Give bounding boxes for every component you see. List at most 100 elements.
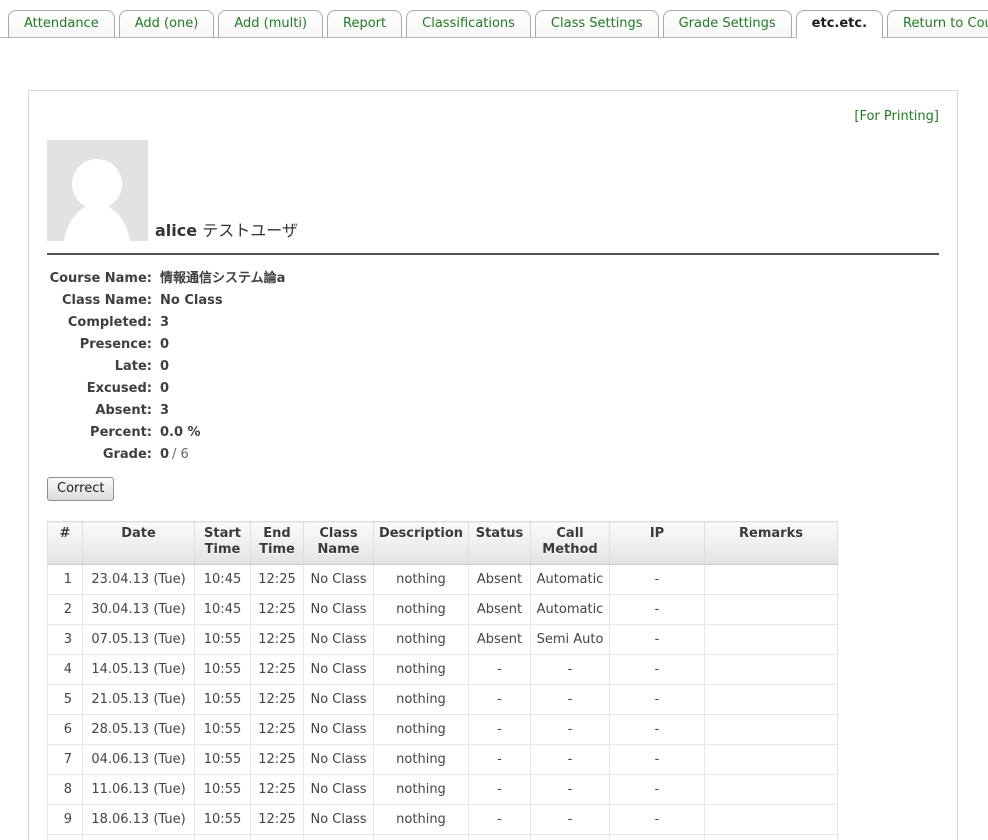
info-label: Late: bbox=[47, 356, 152, 378]
tab-return-to-course[interactable]: Return to Course bbox=[887, 10, 988, 37]
cell-ip: - bbox=[610, 565, 705, 595]
info-label: Presence: bbox=[47, 334, 152, 356]
cell-date: 11.06.13 (Tue) bbox=[83, 775, 195, 805]
cell-ip: - bbox=[610, 775, 705, 805]
for-printing-link[interactable]: [For Printing] bbox=[854, 109, 939, 124]
cell-class-name: No Class bbox=[304, 565, 374, 595]
cell-ip bbox=[610, 835, 705, 840]
col-header-number: # bbox=[48, 522, 83, 565]
user-display-name: テストユーザ bbox=[202, 221, 298, 240]
col-header-description: Description bbox=[374, 522, 469, 565]
avatar bbox=[47, 140, 148, 241]
col-header-ip: IP bbox=[610, 522, 705, 565]
cell-class-name: No Class bbox=[304, 685, 374, 715]
cell-call-method: Automatic bbox=[531, 595, 610, 625]
tab-add-one[interactable]: Add (one) bbox=[119, 10, 215, 37]
info-value: 0 bbox=[160, 444, 169, 466]
tab-class-settings[interactable]: Class Settings bbox=[535, 10, 659, 37]
col-header-remarks: Remarks bbox=[705, 522, 838, 565]
cell-ip: - bbox=[610, 595, 705, 625]
table-row: 1 23.04.13 (Tue) 10:45 12:25 No Class no… bbox=[48, 565, 838, 595]
tab-grade-settings[interactable]: Grade Settings bbox=[663, 10, 792, 37]
tab-attendance[interactable]: Attendance bbox=[8, 10, 115, 37]
cell-remarks bbox=[705, 805, 838, 835]
table-row: 9 18.06.13 (Tue) 10:55 12:25 No Class no… bbox=[48, 805, 838, 835]
correct-button[interactable]: Correct bbox=[47, 477, 114, 501]
cell-call-method: Semi Auto bbox=[531, 625, 610, 655]
cell-status: - bbox=[469, 745, 531, 775]
cell-description: nothing bbox=[374, 715, 469, 745]
table-row: 8 11.06.13 (Tue) 10:55 12:25 No Class no… bbox=[48, 775, 838, 805]
table-row: 4 14.05.13 (Tue) 10:55 12:25 No Class no… bbox=[48, 655, 838, 685]
cell-end-time: 12:25 bbox=[251, 805, 304, 835]
info-value: 3 bbox=[160, 400, 169, 422]
table-header-row: # Date Start Time End Time Class Name De… bbox=[48, 522, 838, 565]
divider bbox=[47, 253, 939, 255]
cell-call-method: - bbox=[531, 805, 610, 835]
cell-status: - bbox=[469, 655, 531, 685]
cell-start-time: 10:55 bbox=[195, 655, 251, 685]
cell-date: 30.04.13 (Tue) bbox=[83, 595, 195, 625]
info-value: No Class bbox=[160, 290, 223, 312]
cell-status: Absent bbox=[469, 565, 531, 595]
info-label: Class Name: bbox=[47, 290, 152, 312]
cell-class-name: No Class bbox=[304, 625, 374, 655]
info-value: 0 bbox=[160, 334, 169, 356]
cell-end-time: 12:25 bbox=[251, 745, 304, 775]
info-label: Excused: bbox=[47, 378, 152, 400]
info-row: Late: 0 bbox=[47, 356, 939, 378]
cell-remarks bbox=[705, 835, 838, 840]
cell-status: Absent bbox=[469, 625, 531, 655]
cell-status bbox=[469, 835, 531, 840]
cell-date: 21.05.13 (Tue) bbox=[83, 685, 195, 715]
col-header-class-name: Class Name bbox=[304, 522, 374, 565]
cell-date: 18.06.13 (Tue) bbox=[83, 805, 195, 835]
info-label: Completed: bbox=[47, 312, 152, 334]
user-name: alice テストユーザ bbox=[155, 217, 298, 241]
cell-start-time: 10:45 bbox=[195, 595, 251, 625]
cell-end-time: 12:25 bbox=[251, 655, 304, 685]
info-row: Excused: 0 bbox=[47, 378, 939, 400]
cell-number: 5 bbox=[48, 685, 83, 715]
table-row: 3 07.05.13 (Tue) 10:55 12:25 No Class no… bbox=[48, 625, 838, 655]
course-info: Course Name: 情報通信システム論a Class Name: No C… bbox=[47, 268, 939, 466]
cell-call-method: - bbox=[531, 715, 610, 745]
cell-remarks bbox=[705, 745, 838, 775]
table-row: 5 21.05.13 (Tue) 10:55 12:25 No Class no… bbox=[48, 685, 838, 715]
col-header-call-method: Call Method bbox=[531, 522, 610, 565]
cell-remarks bbox=[705, 625, 838, 655]
cell-start-time bbox=[195, 835, 251, 840]
cell-remarks bbox=[705, 775, 838, 805]
user-login: alice bbox=[155, 221, 197, 240]
person-silhouette-icon bbox=[47, 140, 148, 241]
cell-remarks bbox=[705, 565, 838, 595]
info-label: Percent: bbox=[47, 422, 152, 444]
cell-call-method: - bbox=[531, 745, 610, 775]
cell-end-time: 12:25 bbox=[251, 565, 304, 595]
col-header-date: Date bbox=[83, 522, 195, 565]
cell-remarks bbox=[705, 685, 838, 715]
cell-end-time: 12:25 bbox=[251, 595, 304, 625]
info-row: Course Name: 情報通信システム論a bbox=[47, 268, 939, 290]
cell-number: 8 bbox=[48, 775, 83, 805]
cell-status: - bbox=[469, 715, 531, 745]
col-header-status: Status bbox=[469, 522, 531, 565]
info-label: Absent: bbox=[47, 400, 152, 422]
info-row: Class Name: No Class bbox=[47, 290, 939, 312]
cell-description: nothing bbox=[374, 685, 469, 715]
cell-start-time: 10:55 bbox=[195, 685, 251, 715]
cell-description: nothing bbox=[374, 745, 469, 775]
cell-end-time bbox=[251, 835, 304, 840]
cell-ip: - bbox=[610, 625, 705, 655]
tab-classifications[interactable]: Classifications bbox=[406, 10, 531, 37]
tab-etc-etc[interactable]: etc.etc. bbox=[796, 10, 883, 38]
cell-ip: - bbox=[610, 655, 705, 685]
tab-report[interactable]: Report bbox=[327, 10, 402, 37]
tab-add-multi[interactable]: Add (multi) bbox=[218, 10, 323, 37]
cell-call-method: - bbox=[531, 685, 610, 715]
profile-section: alice テストユーザ bbox=[47, 140, 939, 241]
table-row: 7 04.06.13 (Tue) 10:55 12:25 No Class no… bbox=[48, 745, 838, 775]
info-value: 3 bbox=[160, 312, 169, 334]
cell-description bbox=[374, 835, 469, 840]
info-row: Presence: 0 bbox=[47, 334, 939, 356]
